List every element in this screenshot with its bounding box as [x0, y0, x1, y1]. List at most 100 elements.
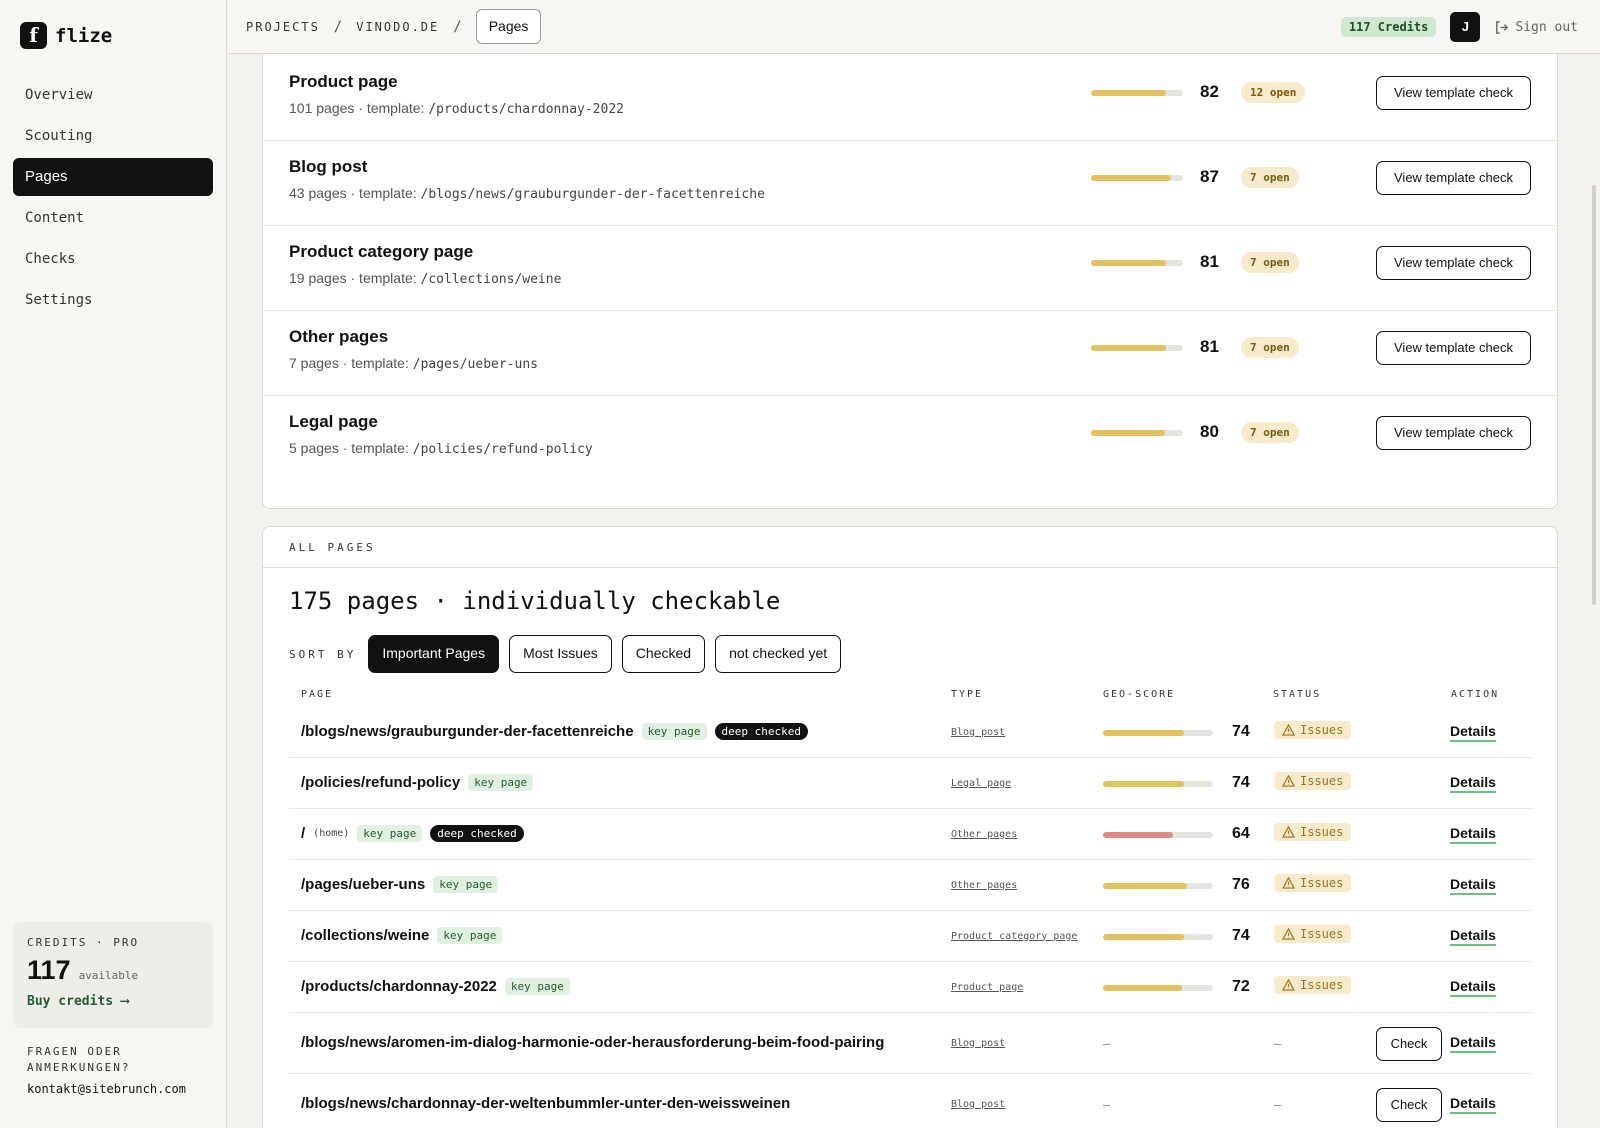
status-badge: Issues [1274, 720, 1352, 739]
all-pages-section-label: ALL PAGES [263, 527, 1557, 568]
table-row[interactable]: /policies/refund-policy key page Legal pag… [289, 758, 1533, 809]
breadcrumb-current[interactable]: Pages [475, 9, 542, 44]
geo-score: 64 [1232, 824, 1250, 842]
buy-credits-link[interactable]: Buy credits ⟶ [27, 994, 199, 1009]
page-path-cell[interactable]: /pages/ueber-uns key page [301, 875, 499, 893]
contact-email-link[interactable]: kontakt@sitebrunch.com [27, 1082, 217, 1096]
page-path-cell[interactable]: /blogs/news/chardonnay-der-weltenbummler… [301, 1095, 790, 1112]
template-path: /blogs/news/grauburgunder-der-facettenre… [420, 187, 765, 202]
app-logo[interactable]: f flize [20, 22, 112, 49]
column-header-status[interactable]: STATUS [1273, 689, 1321, 700]
sort-option-most-issues[interactable]: Most Issues [509, 635, 612, 673]
geo-score: 76 [1232, 875, 1250, 893]
table-row[interactable]: /collections/weine key page Product catego… [289, 911, 1533, 962]
table-row[interactable]: /products/chardonnay-2022 key page Product… [289, 962, 1533, 1013]
page-path-cell[interactable]: /products/chardonnay-2022 key page [301, 977, 570, 995]
credits-panel: CREDITS · PRO 117 available Buy credits … [13, 922, 213, 1028]
page-type-link[interactable]: Blog post [951, 727, 1005, 738]
status-label: Issues [1300, 926, 1344, 941]
geo-score-empty: – [1103, 1096, 1111, 1112]
page-path-cell[interactable]: /collections/weine key page [301, 926, 503, 944]
template-score-bar [1091, 175, 1183, 181]
table-row[interactable]: /blogs/news/grauburgunder-der-facettenre… [289, 707, 1533, 758]
breadcrumb-project[interactable]: VINODO.DE [356, 20, 439, 34]
page-path: /policies/refund-policy [301, 773, 461, 791]
view-template-check-button[interactable]: View template check [1376, 76, 1531, 110]
geo-score-bar [1103, 933, 1213, 940]
template-subtitle: 5 pages · template: /policies/refund-pol… [289, 440, 593, 457]
sign-out-button[interactable]: Sign out [1494, 20, 1578, 35]
status-badge: Issues [1274, 975, 1352, 994]
breadcrumb-projects[interactable]: PROJECTS [246, 20, 320, 34]
page-path-cell[interactable]: / (home) key page deep checked [301, 824, 524, 842]
page-type-link[interactable]: Other pages [951, 880, 1017, 891]
template-subtitle: 7 pages · template: /pages/ueber-uns [289, 355, 538, 372]
credits-available-label: available [78, 969, 139, 982]
open-issues-badge: 12 open [1241, 82, 1306, 103]
page-type-link[interactable]: Blog post [951, 1099, 1005, 1110]
sort-option-not-checked-yet[interactable]: not checked yet [715, 635, 842, 673]
template-score-bar-fill [1091, 175, 1172, 181]
column-header-page[interactable]: PAGE [301, 689, 333, 700]
check-button[interactable]: Check [1376, 1026, 1442, 1061]
details-link[interactable]: Details [1450, 978, 1496, 997]
details-link[interactable]: Details [1450, 876, 1496, 895]
table-row[interactable]: /blogs/news/chardonnay-der-weltenbummler… [289, 1074, 1533, 1128]
template-checks-card: Product page 101 pages · template: /produ… [262, 54, 1559, 509]
sidebar-item-pages[interactable]: Pages [13, 158, 213, 196]
geo-score-bar [1103, 780, 1213, 787]
sort-option-checked[interactable]: Checked [621, 635, 706, 673]
breadcrumb-separator: / [333, 18, 343, 35]
sidebar-item-scouting[interactable]: Scouting [13, 117, 213, 155]
view-template-check-button[interactable]: View template check [1376, 161, 1531, 195]
geo-score-bar-fill [1103, 984, 1183, 991]
warning-icon [1282, 876, 1295, 889]
geo-score-empty: – [1103, 1035, 1111, 1051]
details-link[interactable]: Details [1450, 723, 1496, 742]
details-link[interactable]: Details [1450, 825, 1496, 844]
page-type-link[interactable]: Product page [951, 982, 1023, 993]
avatar[interactable]: J [1450, 12, 1481, 42]
sort-option-important-pages[interactable]: Important Pages [368, 635, 500, 673]
scrollbar-thumb[interactable] [1592, 185, 1596, 605]
template-score: 87 [1200, 167, 1219, 186]
column-header-type[interactable]: TYPE [951, 689, 983, 700]
view-template-check-button[interactable]: View template check [1376, 331, 1531, 365]
page-type-link[interactable]: Legal page [951, 778, 1011, 789]
template-row: Legal page 5 pages · template: /policies/… [263, 394, 1559, 481]
credits-badge: 117 Credits [1340, 17, 1437, 37]
sidebar-item-checks[interactable]: Checks [13, 240, 213, 278]
check-button[interactable]: Check [1376, 1087, 1442, 1122]
template-subtitle: 19 pages · template: /collections/weine [289, 270, 561, 287]
sidebar-item-content[interactable]: Content [13, 199, 213, 237]
table-row[interactable]: /pages/ueber-uns key page Other pages 76 Iss… [289, 860, 1533, 911]
key-page-tag: key page [437, 926, 503, 944]
page-type-link[interactable]: Blog post [951, 1038, 1005, 1049]
page-path-cell[interactable]: /policies/refund-policy key page [301, 773, 534, 791]
status-label: Issues [1300, 773, 1344, 788]
details-link[interactable]: Details [1450, 927, 1496, 946]
details-link[interactable]: Details [1450, 1095, 1496, 1114]
key-page-tag: key page [504, 977, 570, 995]
template-row: Other pages 7 pages · template: /pages/ue… [263, 309, 1559, 396]
details-link[interactable]: Details [1450, 1034, 1496, 1053]
page-path: /products/chardonnay-2022 [301, 977, 497, 995]
template-title: Product category page [289, 242, 474, 261]
column-header-geo-score[interactable]: GEO-SCORE [1103, 689, 1175, 700]
status-empty: – [1274, 1035, 1282, 1051]
page-type-link[interactable]: Product category page [951, 931, 1077, 942]
table-row[interactable]: / (home) key page deep checked Other pages 64… [289, 809, 1533, 860]
geo-score: 72 [1232, 977, 1250, 995]
sidebar-item-settings[interactable]: Settings [13, 281, 213, 319]
details-link[interactable]: Details [1450, 774, 1496, 793]
page-path-cell[interactable]: /blogs/news/grauburgunder-der-facettenre… [301, 722, 809, 740]
breadcrumb: PROJECTS / VINODO.DE / Pages [246, 9, 542, 44]
page-type-link[interactable]: Other pages [951, 829, 1017, 840]
table-row[interactable]: /blogs/news/aromen-im-dialog-harmonie-od… [289, 1013, 1533, 1074]
template-subtitle: 43 pages · template: /blogs/news/graubur… [289, 185, 765, 202]
view-template-check-button[interactable]: View template check [1376, 416, 1531, 450]
page-path-cell[interactable]: /blogs/news/aromen-im-dialog-harmonie-od… [301, 1034, 884, 1051]
view-template-check-button[interactable]: View template check [1376, 246, 1531, 280]
sidebar-item-overview[interactable]: Overview [13, 76, 213, 114]
geo-score-bar-fill [1103, 933, 1185, 940]
